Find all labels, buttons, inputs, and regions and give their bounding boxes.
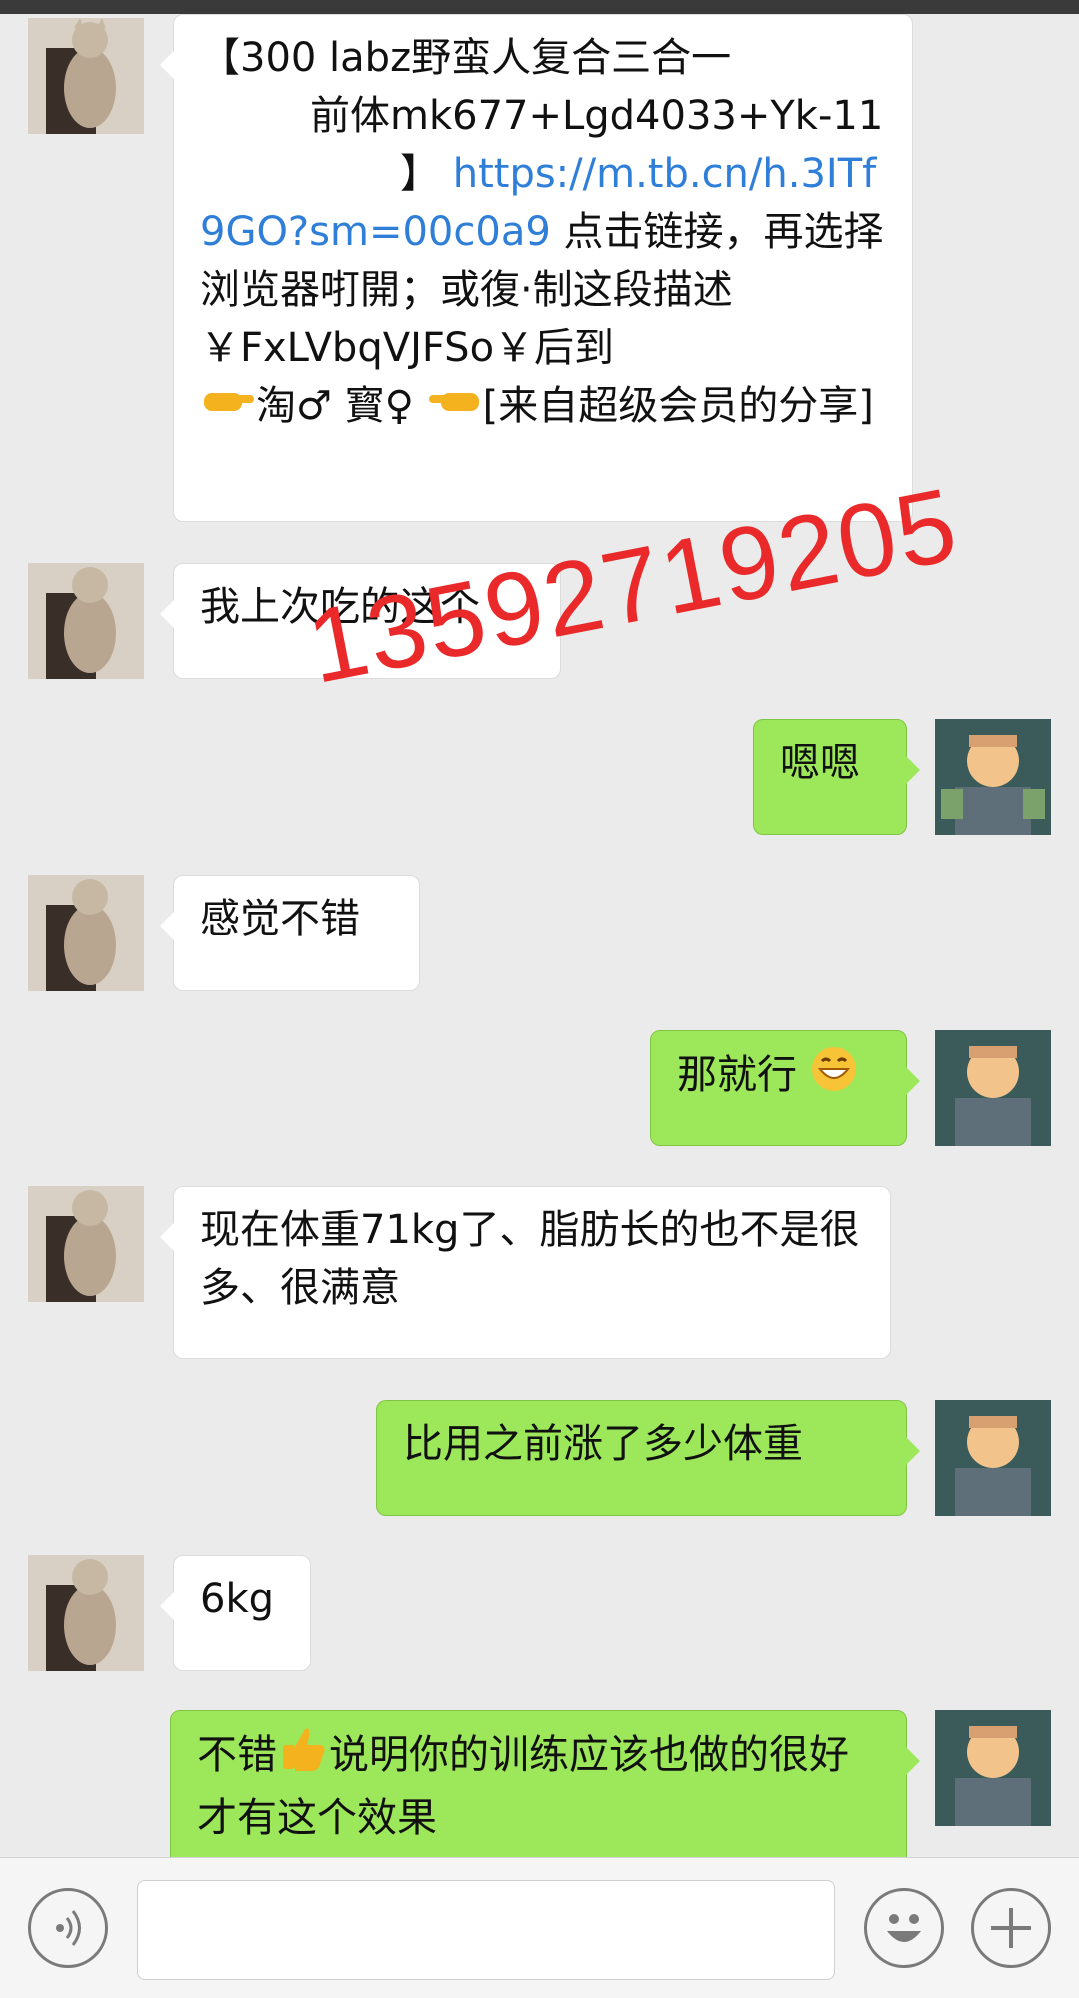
message-bubble[interactable]: 嗯嗯 (753, 719, 920, 835)
self-avatar[interactable] (935, 719, 1051, 835)
contact-avatar[interactable] (28, 563, 144, 679)
message-text: 【300 labz野蛮人复合三合一 (200, 35, 732, 81)
contact-avatar[interactable] (28, 1186, 144, 1302)
message-bubble[interactable]: 6kg (160, 1555, 311, 1671)
contact-avatar[interactable] (28, 875, 144, 991)
cat-avatar-icon (28, 18, 144, 134)
emoji-icon (887, 1914, 921, 1942)
voice-button[interactable] (28, 1888, 108, 1968)
message-text: 感觉不错 (200, 896, 360, 942)
message-text: 淘♂ 寳♀ (256, 383, 414, 429)
self-avatar[interactable] (935, 1400, 1051, 1516)
message-product-share[interactable]: 【300 labz野蛮人复合三合一 前体mk677+Lgd4033+Yk-11 】… (160, 14, 913, 522)
cartoon-man-avatar-icon (935, 719, 1051, 835)
cartoon-man-avatar-icon (935, 1400, 1051, 1516)
emoji-button[interactable] (864, 1888, 944, 1968)
cat-avatar-icon (28, 1186, 144, 1302)
thumbs-up-icon (277, 1725, 329, 1789)
point-left-icon (427, 379, 483, 437)
self-avatar[interactable] (935, 1710, 1051, 1826)
message-text: 不错 (197, 1732, 277, 1778)
message-text: 那就行 (677, 1052, 797, 1098)
contact-avatar[interactable] (28, 18, 144, 134)
cartoon-man-avatar-icon (935, 1710, 1051, 1826)
cartoon-man-avatar-icon (935, 1030, 1051, 1146)
plus-icon (991, 1908, 1031, 1948)
grin-emoji-icon (810, 1045, 858, 1109)
message-bubble[interactable]: 现在体重71kg了、脂肪长的也不是很多、很满意 (160, 1186, 891, 1359)
message-text: 前体mk677+Lgd4033+Yk-11 (310, 93, 884, 139)
point-right-icon (200, 379, 256, 437)
redaction-mark (200, 96, 310, 140)
message-text: 现在体重71kg了、脂肪长的也不是很多、很满意 (200, 1207, 860, 1311)
message-bubble[interactable]: 比用之前涨了多少体重 (376, 1400, 920, 1516)
plus-button[interactable] (971, 1888, 1051, 1968)
self-avatar[interactable] (935, 1030, 1051, 1146)
message-text: 6kg (200, 1576, 275, 1622)
cat-avatar-icon (28, 1555, 144, 1671)
status-bar (0, 0, 1079, 14)
contact-avatar[interactable] (28, 1555, 144, 1671)
cat-avatar-icon (28, 563, 144, 679)
message-text: 嗯嗯 (780, 740, 860, 786)
message-text: [来自超级会员的分享] (482, 383, 874, 429)
redaction-mark (200, 154, 400, 198)
message-text: 】 (400, 151, 440, 197)
voice-icon (56, 1910, 81, 1946)
input-bar (0, 1857, 1079, 1998)
message-text: 比用之前涨了多少体重 (403, 1421, 803, 1467)
message-input[interactable] (137, 1880, 835, 1980)
cat-avatar-icon (28, 875, 144, 991)
message-bubble[interactable]: 感觉不错 (160, 875, 420, 991)
message-bubble[interactable]: 那就行 (650, 1030, 920, 1146)
